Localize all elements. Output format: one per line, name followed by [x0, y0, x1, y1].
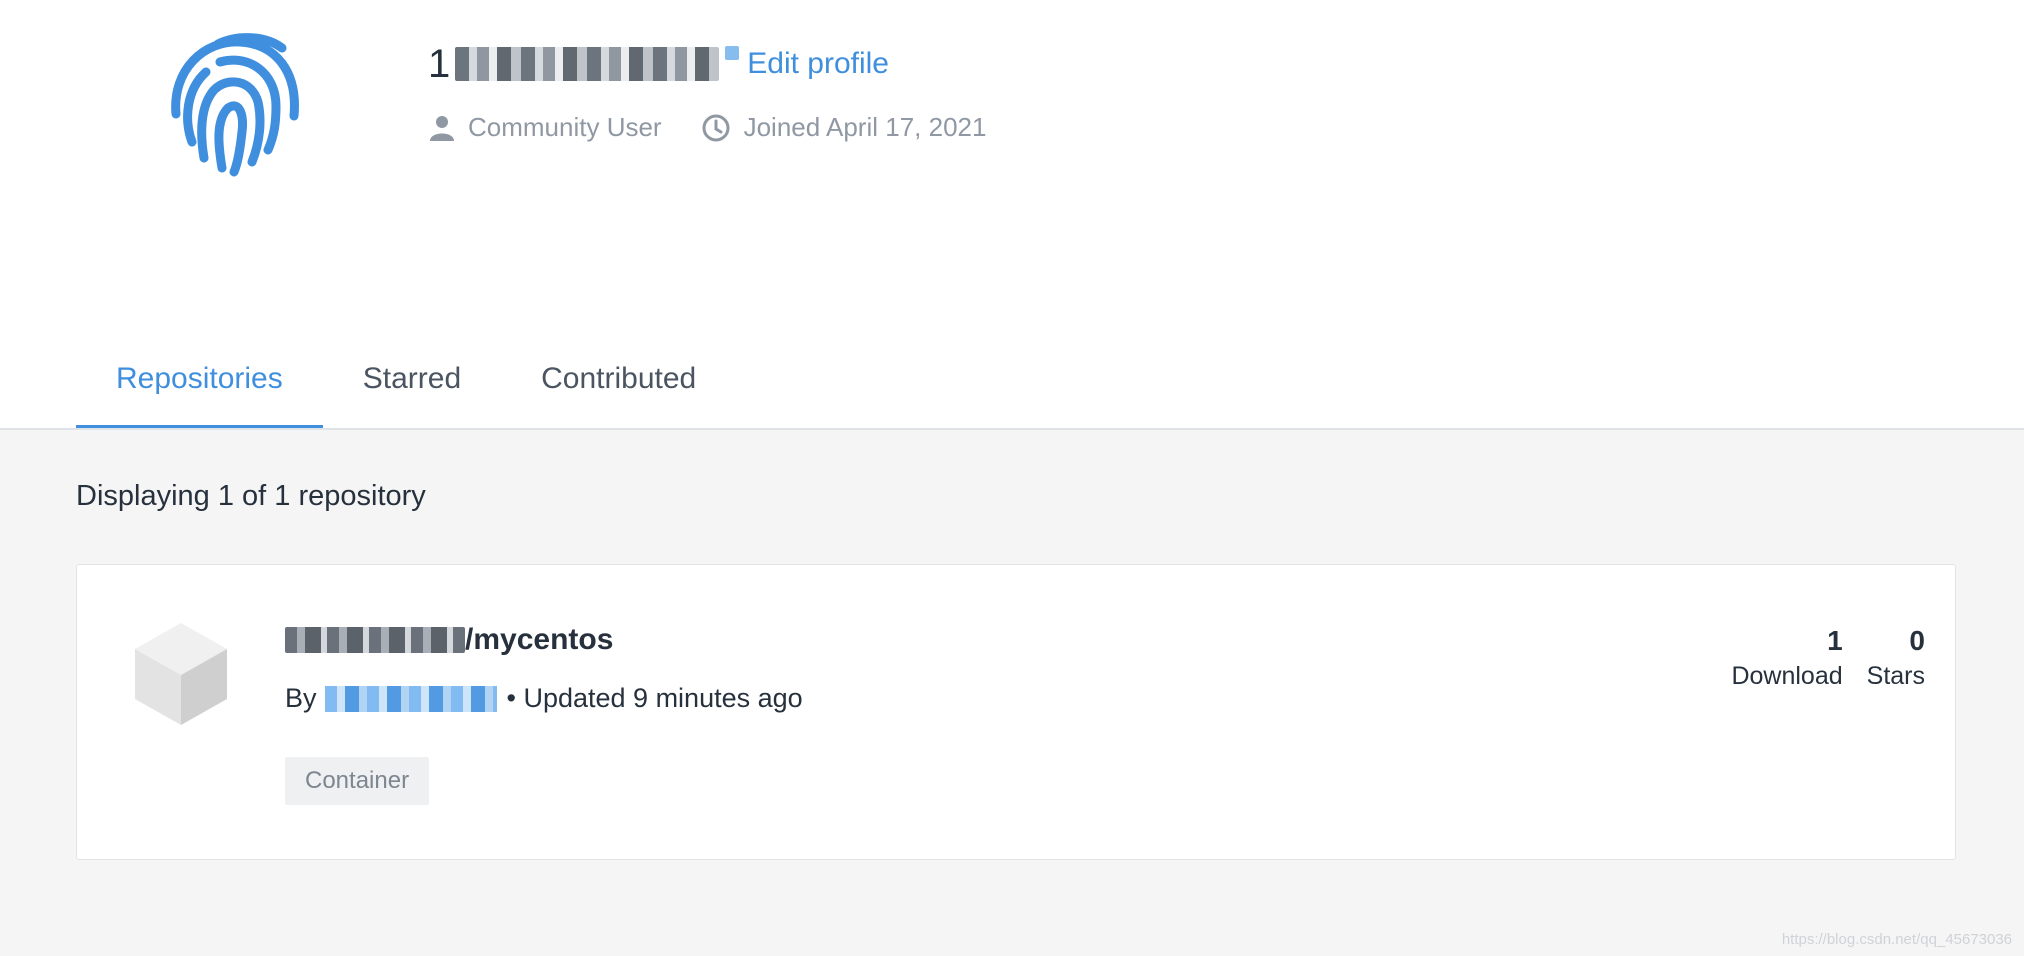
profile-tabs: Repositories Starred Contributed [76, 330, 736, 430]
cube-icon [131, 619, 231, 727]
username-redacted [455, 47, 720, 81]
downloads-stat: 1 Download [1731, 623, 1842, 693]
profile-meta: Community User Joined April 17, 2021 [430, 112, 1026, 143]
username-row: 1 Edit profile [428, 36, 889, 92]
role-meta: Community User [430, 112, 662, 143]
joined-text: Joined April 17, 2021 [743, 112, 987, 142]
watermark: https://blog.csdn.net/qq_45673036 [1781, 931, 2012, 948]
profile-header: 1 Edit profile Community User Joined Apr… [0, 0, 2024, 430]
repository-stats: 1 Download 0 Stars [1707, 623, 1925, 693]
type-badge: Container [285, 757, 430, 805]
joined-meta: Joined April 17, 2021 [702, 112, 987, 143]
repositories-panel: Displaying 1 of 1 repository /mycentos B… [0, 430, 2024, 956]
redaction-mark [725, 46, 740, 60]
tab-contributed[interactable]: Contributed [501, 330, 736, 428]
clock-icon [702, 114, 730, 141]
repository-name[interactable]: /mycentos [285, 623, 613, 657]
by-label: By [285, 683, 317, 713]
repository-count: Displaying 1 of 1 repository [76, 480, 426, 512]
tab-repositories[interactable]: Repositories [76, 330, 323, 430]
downloads-value: 1 [1827, 625, 1843, 656]
owner-link[interactable] [324, 685, 497, 712]
user-icon [430, 115, 454, 141]
namespace-redacted [285, 627, 465, 653]
stars-stat: 0 Stars [1867, 623, 1925, 693]
fingerprint-icon [148, 20, 318, 190]
repository-card[interactable]: /mycentos By • Updated 9 minutes ago Con… [76, 564, 1956, 860]
repository-name-text: /mycentos [465, 623, 614, 656]
role-text: Community User [468, 112, 662, 142]
repository-byline: By • Updated 9 minutes ago [285, 683, 803, 714]
updated-text: • Updated 9 minutes ago [506, 683, 803, 713]
profile-page: 1 Edit profile Community User Joined Apr… [0, 0, 2024, 956]
stars-label: Stars [1866, 662, 1925, 690]
tab-starred[interactable]: Starred [323, 330, 501, 428]
downloads-label: Download [1731, 662, 1843, 690]
username-text: 1 [428, 41, 452, 86]
stars-value: 0 [1909, 625, 1925, 656]
username: 1 [428, 41, 720, 87]
edit-profile-link[interactable]: Edit profile [747, 47, 889, 81]
